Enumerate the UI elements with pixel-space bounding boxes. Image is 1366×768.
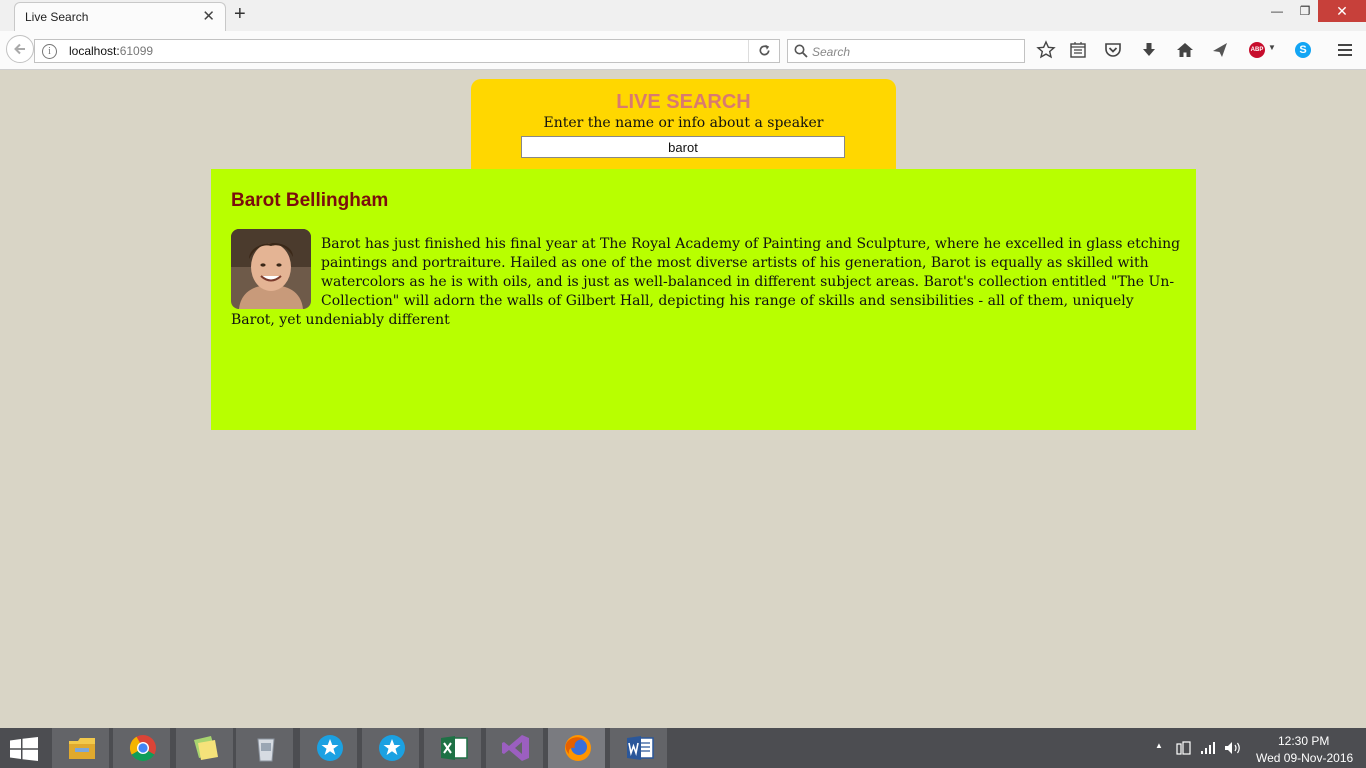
recycle-bin-icon: [257, 738, 275, 762]
page-title: LIVE SEARCH: [616, 91, 751, 113]
taskbar-word[interactable]: [610, 728, 668, 768]
tab-close-icon[interactable]: ✕: [202, 7, 215, 25]
downloads-icon[interactable]: [1139, 40, 1159, 60]
excel-icon: [441, 736, 468, 760]
reload-button[interactable]: [748, 40, 781, 62]
volume-icon[interactable]: [1224, 741, 1242, 755]
firefox-icon: [565, 735, 591, 761]
search-results: Barot Bellingham Barot has just finished…: [211, 169, 1196, 430]
speaker-name: Barot Bellingham: [231, 190, 389, 211]
web-search-bar[interactable]: Search: [787, 39, 1025, 63]
speaker-avatar: [231, 229, 311, 309]
show-hidden-icons-icon[interactable]: ▲: [1155, 741, 1163, 750]
hamburger-menu-icon[interactable]: [1335, 40, 1355, 60]
tab-bar: Live Search ✕ + — ❐ ✕: [0, 0, 1366, 31]
taskbar-app-star-2[interactable]: [362, 728, 420, 768]
speaker-search-input[interactable]: [521, 136, 845, 158]
word-icon: [627, 736, 654, 760]
sticky-notes-icon: [194, 736, 218, 760]
windows-start-icon[interactable]: [10, 737, 38, 761]
taskbar-chrome[interactable]: [113, 728, 171, 768]
pocket-icon[interactable]: [1103, 40, 1123, 60]
network-signal-icon[interactable]: [1200, 741, 1216, 755]
window-close-icon[interactable]: ✕: [1318, 0, 1366, 22]
speaker-bio: Barot has just finished his final year a…: [231, 229, 1181, 330]
adblock-dropdown-icon[interactable]: ▼: [1268, 43, 1276, 52]
adblock-plus-icon[interactable]: ABP: [1249, 42, 1265, 58]
speaker-bio-text: Barot has just finished his final year a…: [231, 236, 1181, 328]
taskbar-recycle-bin[interactable]: [236, 728, 294, 768]
visual-studio-icon: [502, 735, 529, 761]
taskbar-app-star-1[interactable]: [300, 728, 358, 768]
tab-title: Live Search: [25, 10, 89, 24]
clock-date[interactable]: Wed 09-Nov-2016: [1256, 751, 1353, 765]
search-icon: [794, 44, 808, 58]
taskbar: ▲ 12:30 PM Wed 09-Nov-2016: [0, 728, 1366, 768]
star-badge-icon: [379, 735, 405, 761]
tab-live-search[interactable]: Live Search ✕: [14, 2, 226, 31]
clock-time[interactable]: 12:30 PM: [1278, 734, 1329, 748]
taskbar-visual-studio[interactable]: [486, 728, 544, 768]
send-icon[interactable]: [1210, 40, 1230, 60]
back-button[interactable]: [6, 35, 34, 63]
nav-bar: i localhost:61099 Search: [0, 31, 1366, 70]
taskbar-sticky-notes[interactable]: [176, 728, 234, 768]
home-icon[interactable]: [1175, 40, 1195, 60]
address-bar[interactable]: i localhost:61099: [34, 39, 780, 63]
reload-icon: [759, 44, 770, 56]
skype-icon[interactable]: S: [1295, 42, 1311, 58]
bookmark-star-icon[interactable]: [1036, 40, 1056, 60]
site-info-icon[interactable]: i: [42, 44, 57, 59]
search-instruction: Enter the name or info about a speaker: [543, 115, 824, 131]
url-text: localhost:61099: [69, 44, 154, 58]
search-placeholder: Search: [812, 45, 851, 59]
folder-icon: [69, 738, 95, 759]
device-tray-icon[interactable]: [1176, 741, 1192, 755]
taskbar-firefox[interactable]: [548, 728, 606, 768]
star-badge-icon: [317, 735, 343, 761]
taskbar-excel[interactable]: [424, 728, 482, 768]
chrome-icon: [129, 735, 156, 762]
taskbar-file-explorer[interactable]: [52, 728, 110, 768]
live-search-panel: LIVE SEARCH Enter the name or info about…: [471, 79, 896, 171]
new-tab-plus-icon[interactable]: +: [234, 3, 246, 26]
reading-list-icon[interactable]: [1068, 40, 1088, 60]
back-arrow-icon: [14, 43, 25, 55]
